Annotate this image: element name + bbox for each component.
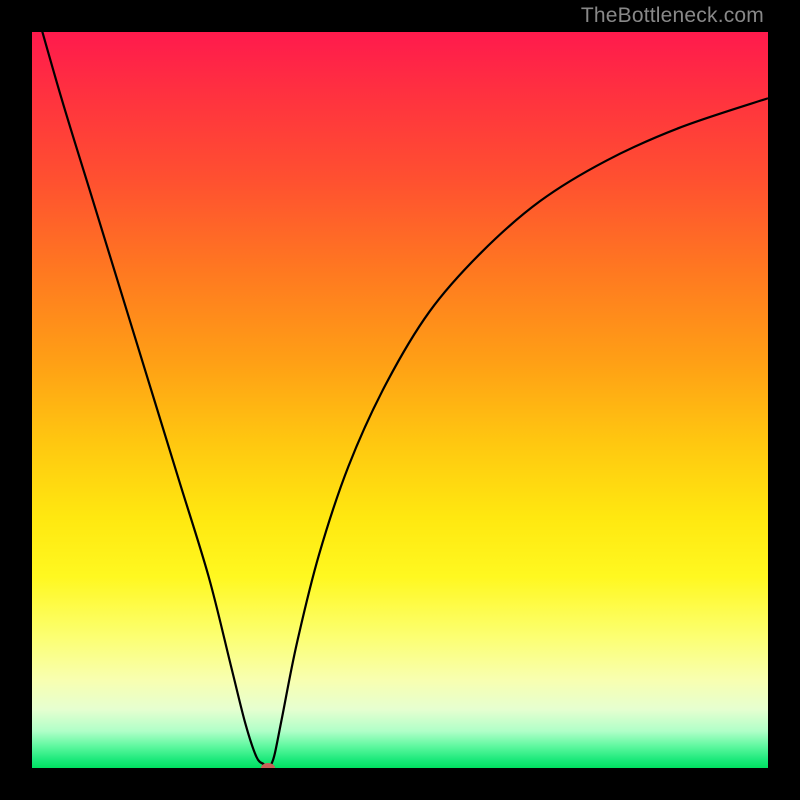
chart-frame: TheBottleneck.com [0, 0, 800, 800]
curve-path [32, 32, 768, 768]
plot-area [32, 32, 768, 768]
bottleneck-curve [32, 32, 768, 768]
watermark-text: TheBottleneck.com [581, 4, 764, 28]
minimum-marker [261, 763, 275, 768]
